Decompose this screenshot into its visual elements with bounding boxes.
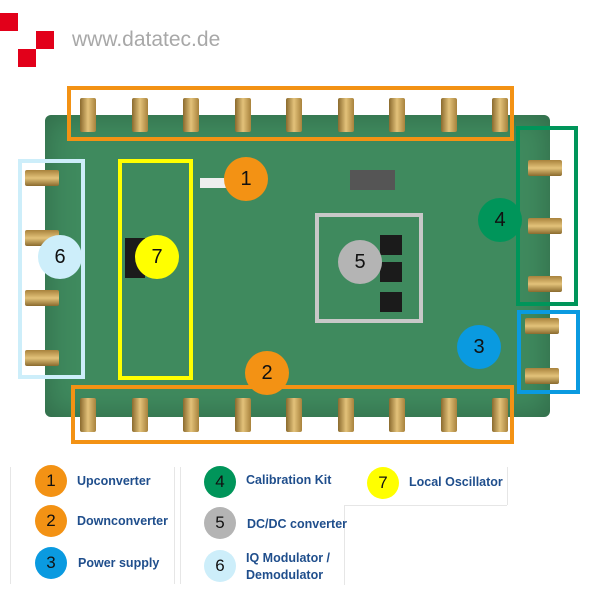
callout-7: 7: [135, 235, 179, 279]
power-supply-box: [517, 310, 580, 394]
callout-4: 4: [478, 198, 522, 242]
legend-label-3: Power supply: [78, 556, 160, 570]
callout-6: 6: [38, 235, 82, 279]
divider: [344, 505, 507, 506]
logo-square: [18, 49, 36, 67]
callout-number: 5: [354, 250, 366, 273]
callout-number: 6: [54, 245, 66, 268]
legend-label-1: Upconverter: [77, 474, 151, 488]
chip: [350, 170, 395, 190]
callout-5: 5: [338, 240, 382, 284]
upconverter-box: [67, 86, 514, 141]
callout-number: 2: [261, 361, 273, 384]
callout-number: 4: [494, 208, 506, 231]
callout-3: 3: [457, 325, 501, 369]
divider: [10, 467, 11, 584]
legend-number: 1: [46, 471, 56, 490]
legend-number: 4: [215, 472, 225, 491]
legend-label-2: Downconverter: [77, 514, 168, 528]
legend-label-6: IQ Modulator / Demodulator: [246, 551, 331, 582]
legend-badge-6: 6: [204, 550, 236, 582]
callout-number: 1: [240, 167, 252, 190]
logo-square: [36, 31, 54, 49]
legend-label-4: Calibration Kit: [246, 473, 332, 487]
callout-number: 7: [151, 245, 163, 268]
calibration-kit-box: [516, 126, 578, 306]
legend-number: 5: [215, 513, 225, 532]
website-url: www.datatec.de: [72, 28, 221, 51]
legend-number: 7: [378, 473, 388, 492]
legend-number: 3: [46, 553, 56, 572]
legend-badge-2: 2: [35, 505, 67, 537]
legend-label-7: Local Oscillator: [409, 475, 503, 489]
legend-badge-3: 3: [35, 547, 67, 579]
divider: [507, 467, 508, 505]
callout-1: 1: [224, 157, 268, 201]
divider: [180, 467, 181, 584]
downconverter-box: [71, 385, 514, 444]
divider: [174, 467, 175, 584]
legend-number: 2: [46, 511, 56, 530]
annotated-board-figure: www.datatec.de 1 2 3 4 5 6 7 1 Upconvert…: [0, 0, 600, 600]
legend-badge-4: 4: [204, 466, 236, 498]
legend-number: 6: [215, 556, 225, 575]
legend-badge-7: 7: [367, 467, 399, 499]
callout-2: 2: [245, 351, 289, 395]
legend-badge-5: 5: [204, 507, 236, 539]
logo-square: [0, 13, 18, 31]
legend-label-5: DC/DC converter: [247, 517, 348, 531]
callout-number: 3: [473, 335, 485, 358]
legend-badge-1: 1: [35, 465, 67, 497]
